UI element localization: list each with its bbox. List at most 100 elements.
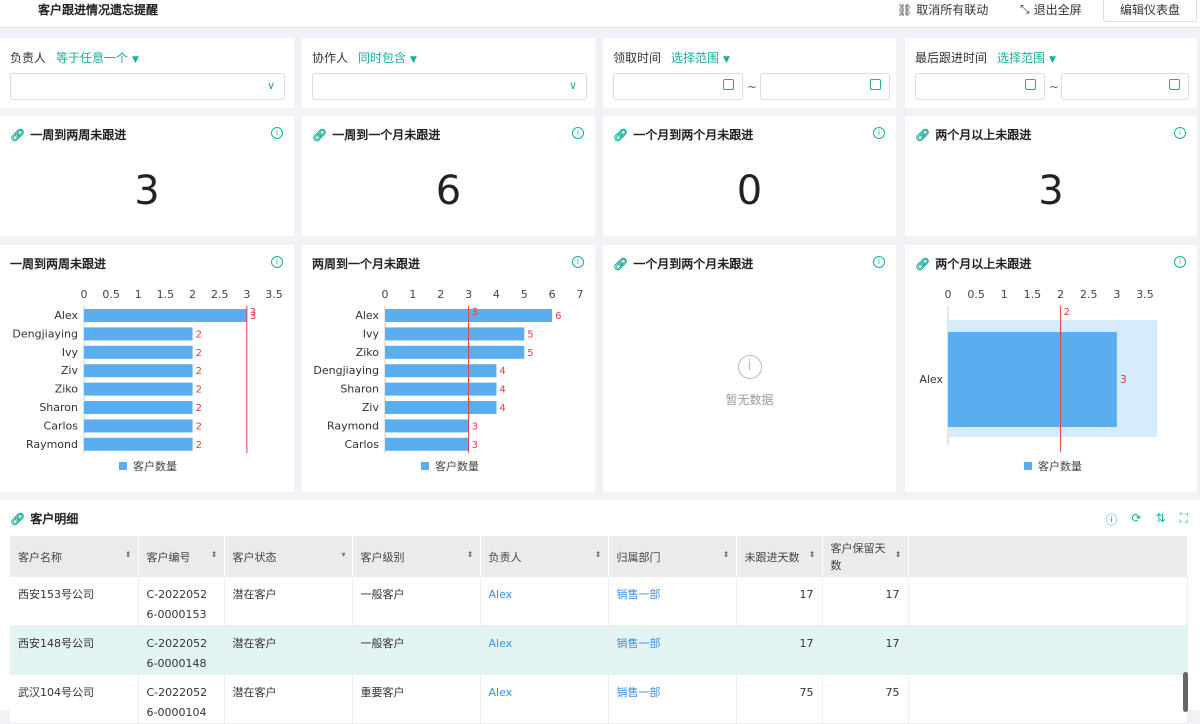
cell-owner[interactable]: Alex (480, 625, 609, 675)
customer-detail-card: 🔗︎ 客户明细 ⓘ ⟳ ⇅ ⛶ 客户名称 ⬍ 客户编号 ⬍ 客户状态 ▾ 客户级别 ⬍ 负责人 ⬍ 归… (0, 500, 1200, 724)
info-icon[interactable]: i (572, 256, 584, 268)
kpi-card: 🔗︎ 一周到一个月未跟进 i 6 (302, 116, 595, 236)
cell-text: 重要客户 (360, 686, 405, 699)
info-icon[interactable]: i (873, 127, 885, 139)
follow-end-date[interactable] (1061, 73, 1189, 100)
column-header[interactable]: 负责人 ⬍ (480, 536, 609, 577)
info-icon[interactable]: i (271, 127, 283, 139)
edit-dashboard-button[interactable]: 编辑仪表盘 (1103, 0, 1197, 22)
cell-level: 一般客户 (352, 577, 481, 626)
table-row[interactable]: 西安148号公司 C-20220526-0000148 潜在客户 一般客户 Alex 销售… (10, 625, 1188, 675)
data-label: 2 (196, 440, 202, 451)
info-icon[interactable]: i (1174, 127, 1186, 139)
filter-label: 负责人 (10, 51, 47, 65)
sort-icon[interactable]: ⬍ (467, 550, 474, 559)
legend-swatch (421, 462, 429, 470)
info-icon[interactable]: i (1174, 256, 1186, 268)
follow-start-date[interactable] (915, 73, 1045, 100)
data-label: 6 (555, 311, 561, 322)
table-row[interactable]: 西安153号公司 C-20220526-0000153 潜在客户 一般客户 Alex 销售… (10, 577, 1188, 626)
chart-card: 0 1 2 3 4 5 6 7 Alex 6 Ivy 5 Ziko 5 Dengjiaying 4 Sharon… (302, 245, 595, 492)
tick-label: 3.5 (1136, 288, 1154, 301)
caret-down-icon[interactable]: ▼ (1049, 55, 1056, 65)
column-label: 负责人 (488, 550, 522, 564)
tick-label: 1.5 (157, 288, 175, 301)
cell-text: 75 (799, 686, 814, 699)
table-row[interactable]: 武汉104号公司 C-20220526-0000104 潜在客户 重要客户 Alex 销售… (10, 674, 1188, 724)
cell-dept[interactable]: 销售一部 (608, 625, 737, 675)
sort-icon[interactable]: ⬍ (211, 550, 218, 559)
owner-select[interactable]: ∨ (10, 73, 285, 100)
filter-operator[interactable]: 选择范围 (671, 51, 719, 65)
column-header[interactable]: 客户保留天数 ⬍ (822, 536, 909, 577)
scrollbar[interactable] (1183, 672, 1188, 712)
chart-title: 两个月以上未跟进 (935, 257, 1032, 271)
column-header[interactable]: 客户编号 ⬍ (138, 536, 225, 577)
caret-down-icon[interactable]: ▼ (132, 55, 139, 65)
calendar-icon (1169, 79, 1180, 90)
kpi-card: 🔗︎ 一个月到两个月未跟进 i 0 (603, 116, 896, 236)
refresh-icon[interactable]: ⟳ (1131, 511, 1141, 528)
cell-text: Alex (488, 637, 513, 650)
unlink-all-button[interactable]: ⛓ 取消所有联动 (897, 1, 988, 18)
sort-icon[interactable]: ⬍ (595, 550, 602, 559)
claim-end-date[interactable] (760, 73, 890, 100)
caret-down-icon[interactable]: ▼ (410, 55, 417, 65)
data-label: 4 (499, 385, 505, 396)
sort-icon[interactable]: ⬍ (809, 550, 816, 559)
cell-dept[interactable]: 销售一部 (608, 577, 737, 626)
cell-text: 一般客户 (360, 637, 405, 650)
filter-operator[interactable]: 等于任意一个 (56, 51, 128, 65)
column-header[interactable]: 客户名称 ⬍ (10, 536, 139, 577)
sort-icon[interactable]: ⬍ (895, 550, 902, 559)
bar (385, 382, 497, 396)
kpi-title: 一周到一个月未跟进 (332, 128, 441, 142)
bar-chart: 0 0.5 1 1.5 2 2.5 3 3.5 Alex 3 2 客户数量 (919, 288, 1157, 473)
info-icon[interactable]: i (572, 127, 584, 139)
column-header[interactable]: 客户状态 ▾ (224, 536, 353, 577)
exit-fullscreen-button[interactable]: ⤡ 退出全屏 (1020, 1, 1082, 18)
cell-text: 17 (799, 637, 814, 650)
sort-icon[interactable]: ⬍ (723, 550, 730, 559)
column-header[interactable]: 未跟进天数 ⬍ (736, 536, 823, 577)
category-label: Ziko (55, 383, 79, 396)
cell-keep: 17 (822, 577, 909, 626)
cell-code: C-20220526-0000104 (138, 674, 225, 724)
category-label: Carlos (44, 419, 79, 432)
filter-icon[interactable]: ▾ (341, 550, 345, 559)
cell-text: 销售一部 (616, 588, 661, 601)
filter-label: 协作人 (312, 51, 349, 65)
cell-text: C-20220526-0000153 (146, 588, 208, 621)
cell-text: Alex (488, 686, 513, 699)
cell-owner[interactable]: Alex (480, 674, 609, 724)
cell-owner[interactable]: Alex (480, 577, 609, 626)
filter-operator[interactable]: 同时包含 (358, 51, 406, 65)
tick-label: 1 (1001, 288, 1008, 301)
data-label: 2 (196, 329, 202, 340)
cell-days: 17 (736, 625, 823, 675)
sort-icon[interactable]: ⬍ (125, 550, 132, 559)
filter-owner: 负责人 等于任意一个 ▼ ∨ (0, 38, 294, 108)
info-icon[interactable]: i (271, 256, 283, 268)
fullscreen-icon[interactable]: ⛶ (1180, 511, 1188, 528)
category-label: Carlos (345, 438, 380, 451)
category-label: Sharon (39, 401, 78, 414)
cell-dept[interactable]: 销售一部 (608, 674, 737, 724)
caret-down-icon[interactable]: ▼ (723, 55, 730, 65)
sort-icon[interactable]: ⇅ (1156, 511, 1166, 528)
tick-label: 2 (1057, 288, 1064, 301)
filter-operator[interactable]: 选择范围 (997, 51, 1045, 65)
column-header[interactable]: 客户级别 ⬍ (352, 536, 481, 577)
info-icon[interactable]: i (873, 256, 885, 268)
info-icon[interactable]: ⓘ (1105, 511, 1117, 528)
chevron-down-icon: ∨ (568, 79, 577, 92)
data-label: 4 (499, 403, 505, 414)
data-label: 2 (196, 403, 202, 414)
cell-text: Alex (488, 588, 513, 601)
column-header[interactable]: 归属部门 ⬍ (608, 536, 737, 577)
cell-text: 销售一部 (616, 637, 661, 650)
claim-start-date[interactable] (613, 73, 743, 100)
collaborator-select[interactable]: ∨ (312, 73, 587, 100)
cell-code: C-20220526-0000153 (138, 577, 225, 626)
data-label: 2 (196, 366, 202, 377)
